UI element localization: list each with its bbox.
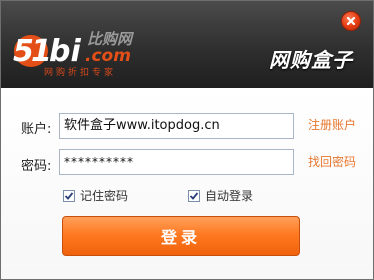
login-button[interactable]: 登录 xyxy=(62,216,300,256)
brand-subtitle: 网购折扣专家 xyxy=(44,68,117,78)
remember-password-checkbox[interactable]: 记住密码 xyxy=(63,187,128,204)
svg-text:.com: .com xyxy=(85,46,131,66)
checkmark-icon xyxy=(64,191,74,200)
svg-text:比购网: 比购网 xyxy=(87,30,135,48)
login-form: 账户: 软件盒子www.itopdog.cn 注册账户 密码: ********… xyxy=(1,88,373,279)
svg-text:bi: bi xyxy=(49,34,81,69)
recover-password-link[interactable]: 找回密码 xyxy=(308,153,356,170)
checkbox-box[interactable] xyxy=(63,189,75,202)
login-window: 5 1 bi .com 比购网 网购折扣专家 网购盒子 账户: 软件盒子www.… xyxy=(0,0,374,280)
close-button[interactable] xyxy=(341,11,361,31)
register-link[interactable]: 注册账户 xyxy=(308,116,356,133)
account-label: 账户: xyxy=(21,122,52,137)
auto-login-checkbox[interactable]: 自动登录 xyxy=(188,187,253,204)
checkmark-icon xyxy=(189,191,199,200)
auto-login-label: 自动登录 xyxy=(205,189,254,203)
password-label: 密码: xyxy=(21,159,52,174)
password-input[interactable]: ********** xyxy=(59,149,294,175)
app-title: 网购盒子 xyxy=(269,48,353,72)
checkbox-box[interactable] xyxy=(188,189,200,202)
account-input[interactable]: 软件盒子www.itopdog.cn xyxy=(59,113,294,139)
header: 5 1 bi .com 比购网 网购折扣专家 网购盒子 xyxy=(1,1,373,88)
close-icon xyxy=(346,16,356,26)
remember-password-label: 记住密码 xyxy=(80,189,129,203)
